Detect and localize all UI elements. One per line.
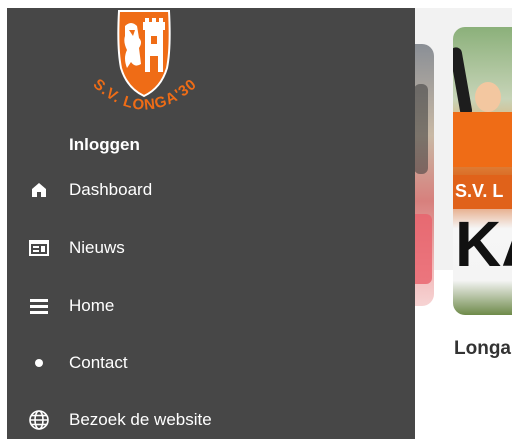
dot-icon xyxy=(27,351,51,375)
sidebar-item-label: Home xyxy=(69,296,115,315)
drawer-edge xyxy=(0,0,7,439)
sidebar-item-label: Bezoek de website xyxy=(69,410,212,429)
news-card-title[interactable]: Longa xyxy=(454,338,511,360)
sidebar-item-dashboard[interactable]: Dashboard xyxy=(7,168,415,212)
sidebar-item-contact[interactable]: Contact xyxy=(7,341,415,385)
home-icon xyxy=(27,178,51,202)
photo-sign-letters: KA xyxy=(455,208,512,280)
sidebar-item-home[interactable]: Home xyxy=(7,284,415,328)
sidebar-item-nieuws[interactable]: Nieuws xyxy=(7,226,415,270)
news-card-photo[interactable]: S.V. L KA xyxy=(453,27,512,315)
navigation-drawer: S.V. LONGA'30 Inloggen Dashboard Nieuws xyxy=(7,8,415,439)
menu-lines-icon xyxy=(27,294,51,318)
login-link[interactable]: Inloggen xyxy=(69,135,140,155)
photo-banner-text: S.V. L xyxy=(455,181,504,201)
sidebar-item-website[interactable]: Bezoek de website xyxy=(7,398,415,442)
newspaper-icon xyxy=(27,236,51,260)
sidebar-item-label: Contact xyxy=(69,353,128,372)
status-bar-area xyxy=(0,0,512,8)
globe-icon xyxy=(27,408,51,432)
sidebar-item-label: Dashboard xyxy=(69,180,153,199)
sidebar-item-label: Nieuws xyxy=(69,238,125,257)
club-logo: S.V. LONGA'30 xyxy=(90,10,199,114)
